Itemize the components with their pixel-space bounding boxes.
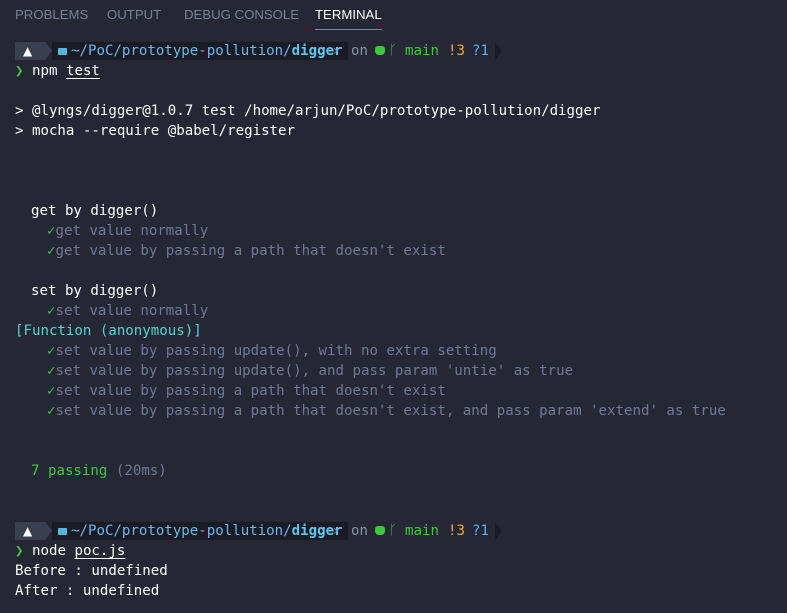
program-output: Before : undefined (15, 563, 168, 579)
check-icon: ✓ (47, 383, 56, 399)
folder-icon (58, 528, 67, 535)
check-icon: ✓ (47, 363, 56, 379)
git-branch-name: main (405, 43, 439, 59)
folder-icon (58, 48, 67, 55)
prompt-chevron-icon: ❯ (15, 543, 24, 559)
separator-chevron-icon: › (333, 43, 339, 59)
directory-segment: ~/PoC/prototype-pollution/digger (52, 522, 348, 540)
test-result: ✓set value by passing a path that doesn'… (47, 403, 726, 419)
command-arg: test (65, 63, 100, 79)
prompt-chevron-icon: ❯ (15, 63, 24, 79)
directory-segment: ~/PoC/prototype-pollution/digger (52, 42, 348, 60)
git-branch-name: main (405, 523, 439, 539)
git-cat-icon (375, 46, 385, 55)
prompt-path: ~/PoC/prototype-pollution/digger (71, 523, 343, 539)
test-result: ✓set value normally (47, 303, 209, 319)
suite-title: set by digger() (31, 283, 159, 299)
command-arg: poc.js (74, 543, 126, 559)
terminal-output[interactable]: ▲ ~/PoC/prototype-pollution/digger › on … (0, 0, 787, 613)
git-branch-icon: ᚴ (389, 523, 397, 538)
git-untracked-count: ?1 (472, 43, 489, 59)
git-untracked-count: ?1 (472, 523, 489, 539)
console-log-output: [Function (anonymous)] (15, 323, 202, 339)
command-line: ❯ node poc.js (15, 541, 125, 561)
arch-linux-icon: ▲ (23, 524, 33, 538)
arch-linux-icon: ▲ (23, 44, 33, 58)
suite-title: get by digger() (31, 203, 159, 219)
check-icon: ✓ (47, 343, 56, 359)
check-icon: ✓ (47, 403, 56, 419)
prompt-path: ~/PoC/prototype-pollution/digger (71, 43, 343, 59)
command-name: npm (32, 63, 58, 79)
test-result: ✓set value by passing update(), and pass… (47, 363, 574, 379)
test-summary: 7 passing (20ms) (31, 461, 167, 481)
check-icon: ✓ (47, 223, 56, 239)
test-duration: (20ms) (115, 463, 167, 479)
separator-chevron-icon: › (333, 523, 339, 539)
check-icon: ✓ (47, 303, 56, 319)
command-line: ❯ npm test (15, 61, 100, 81)
passing-count: 7 passing (31, 463, 108, 479)
test-result: ✓set value by passing update(), with no … (47, 343, 497, 359)
test-result: ✓get value by passing a path that doesn'… (47, 243, 446, 259)
npm-command-line: > mocha --require @babel/register (15, 123, 296, 139)
prompt-on-text: on (351, 523, 368, 539)
test-result: ✓set value by passing a path that doesn'… (47, 383, 446, 399)
git-cat-icon (375, 526, 385, 535)
os-segment: ▲ (15, 522, 45, 540)
prompt-bar: ▲ ~/PoC/prototype-pollution/digger › on … (15, 41, 515, 61)
npm-script-line: > @lyngs/digger@1.0.7 test /home/arjun/P… (15, 103, 601, 119)
test-result: ✓get value normally (47, 223, 209, 239)
check-icon: ✓ (47, 243, 56, 259)
command-name: node (32, 543, 66, 559)
git-branch-icon: ᚴ (389, 43, 397, 58)
git-modified-count: !3 (448, 523, 465, 539)
prompt-bar: ▲ ~/PoC/prototype-pollution/digger › on … (15, 521, 515, 541)
os-segment: ▲ (15, 42, 45, 60)
program-output: After : undefined (15, 583, 160, 599)
git-modified-count: !3 (448, 43, 465, 59)
prompt-on-text: on (351, 43, 368, 59)
